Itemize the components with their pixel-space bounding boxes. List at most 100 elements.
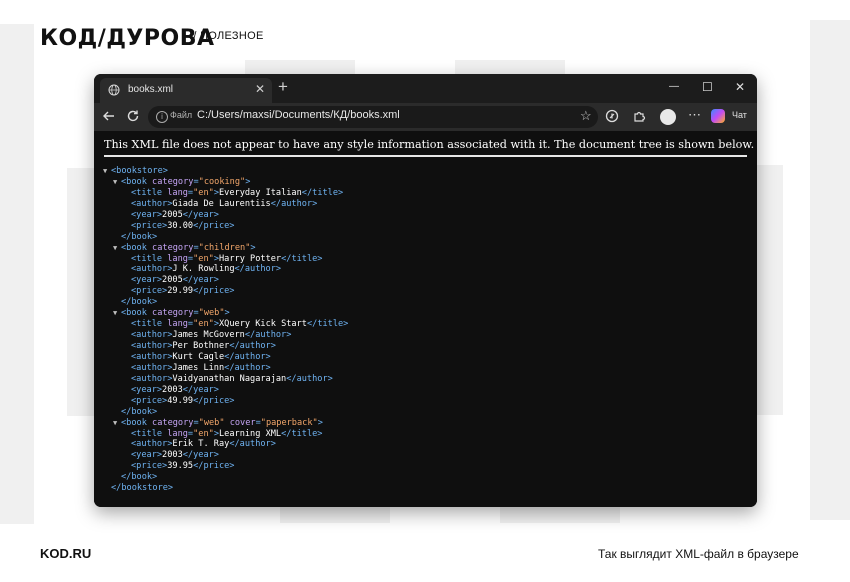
xml-line: ▼ <book category="cooking"> [103, 177, 348, 188]
xml-line: <year>2005</year> [103, 275, 348, 286]
xml-line: </book> [103, 407, 348, 418]
xml-line: ▼ <bookstore> [103, 166, 348, 177]
xml-text: 2003 [162, 384, 183, 395]
more-icon[interactable]: ⋯ [688, 107, 701, 123]
footer-site-name[interactable]: KOD.RU [40, 546, 91, 561]
xml-open-tag: <price> [131, 220, 168, 231]
xml-close-tag: </title> [301, 187, 344, 198]
extensions-icon[interactable] [605, 109, 619, 127]
xml-open-tag: <title [131, 428, 168, 439]
xml-open-tag: <year> [131, 384, 163, 395]
xml-close-tag: </price> [193, 286, 235, 297]
copilot-icon[interactable] [711, 109, 725, 123]
xml-open-tag-end: > [250, 242, 256, 253]
xml-close-tag: </title> [281, 253, 323, 264]
xml-text: 30.00 [167, 220, 194, 231]
xml-open-tag: <author> [131, 341, 173, 351]
xml-attr-name: category [152, 308, 194, 319]
xml-line: <price>30.00</price> [103, 221, 348, 232]
xml-text: 29.99 [167, 286, 194, 297]
tab-books-xml[interactable]: books.xml ✕ [100, 78, 272, 103]
xml-line: <author>Vaidyanathan Nagarajan</author> [103, 374, 348, 385]
bg-block [500, 507, 620, 523]
xml-open-tag: <year> [131, 209, 163, 220]
site-logo[interactable]: КОД/ДУРОВА [40, 28, 215, 50]
xml-attr-name: lang [167, 428, 188, 439]
xml-tree: ▼ <bookstore> ▼ <book category="cooking"> <t… [103, 166, 348, 494]
globe-icon [108, 83, 120, 101]
xml-text: 2003 [162, 450, 183, 461]
xml-text: Vaidyanathan Nagarajan [172, 373, 287, 384]
xml-attr-name: lang [167, 319, 188, 330]
xml-open-tag: <book [121, 242, 153, 253]
xml-open-tag-end: > [317, 417, 323, 428]
xml-open-tag: <price> [131, 461, 168, 472]
xml-text: Harry Potter [219, 253, 282, 264]
xml-attr-name: category [152, 417, 194, 428]
browser-window: books.xml ✕ + — ☐ ✕ i Файл C:/Users/maxs… [94, 74, 757, 507]
xml-open-tag: <book [121, 308, 153, 319]
bg-block [757, 165, 783, 415]
address-bar[interactable]: i Файл C:/Users/maxsi/Documents/КД/books… [148, 106, 598, 128]
xml-text: 39.95 [167, 461, 194, 472]
collapse-toggle-icon[interactable]: ▼ [113, 308, 121, 319]
xml-attr-value: "en" [193, 428, 214, 439]
xml-open-tag-end: > [245, 176, 251, 187]
back-icon[interactable] [102, 109, 116, 127]
xml-attr-value: "web" [198, 308, 225, 319]
xml-line: <year>2005</year> [103, 210, 348, 221]
xml-line: ▼ <book category="web" cover="paperback"> [103, 418, 348, 429]
xml-text: 2005 [162, 275, 183, 286]
xml-line: <title lang="en">XQuery Kick Start</titl… [103, 319, 348, 330]
address-scheme-label: Файл [170, 110, 193, 120]
xml-open-tag: <price> [131, 395, 168, 406]
xml-open-tag: <author> [131, 373, 173, 384]
xml-attr-name: lang [167, 187, 188, 198]
xml-line: ▼ <book category="children"> [103, 243, 348, 254]
star-icon[interactable]: ☆ [580, 108, 592, 124]
minimize-button[interactable]: — [669, 79, 679, 95]
xml-close-tag: </price> [193, 461, 235, 472]
xml-close-tag: </book> [121, 472, 158, 483]
puzzle-icon[interactable] [632, 109, 646, 127]
xml-text: Everyday Italian [219, 187, 302, 198]
xml-text: James McGovern [172, 330, 245, 341]
xml-close-tag: </author> [224, 351, 271, 362]
xml-line: <title lang="en">Harry Potter</title> [103, 254, 348, 265]
address-url[interactable]: C:/Users/maxsi/Documents/КД/books.xml [197, 109, 400, 121]
xml-close-tag: </author> [286, 373, 333, 384]
collapse-toggle-icon[interactable]: ▼ [113, 243, 121, 254]
info-icon[interactable]: i [156, 111, 168, 123]
xml-line: <author>Kurt Cagle</author> [103, 352, 348, 363]
xml-close-tag: </price> [193, 395, 235, 406]
xml-attr-name: category [152, 242, 194, 253]
xml-text: J K. Rowling [172, 264, 235, 275]
chat-button-label[interactable]: Чат [732, 110, 747, 120]
profile-icon[interactable] [660, 109, 676, 125]
xml-attr-name: category [152, 176, 194, 187]
xml-open-tag: <title [131, 253, 168, 264]
xml-line: <author>Per Bothner</author> [103, 341, 348, 352]
xml-text: Giada De Laurentiis [172, 198, 271, 209]
xml-line: <price>49.99</price> [103, 396, 348, 407]
xml-attr-value: "cooking" [198, 176, 246, 187]
xml-line: <author>Giada De Laurentiis</author> [103, 199, 348, 210]
xml-text: 49.99 [167, 395, 194, 406]
xml-close-tag: </year> [182, 275, 219, 286]
collapse-toggle-icon[interactable]: ▼ [113, 418, 121, 429]
refresh-icon[interactable] [126, 109, 140, 127]
page-content: This XML file does not appear to have an… [94, 131, 757, 507]
window-close-button[interactable]: ✕ [735, 79, 745, 95]
xml-attr-name: lang [167, 253, 188, 264]
xml-attr-value: "en" [193, 253, 214, 264]
collapse-toggle-icon[interactable]: ▼ [103, 166, 111, 177]
xml-open-tag: <year> [131, 275, 163, 286]
close-icon[interactable]: ✕ [255, 82, 265, 96]
notice-divider [104, 155, 747, 157]
xml-line: <author>James Linn</author> [103, 363, 348, 374]
xml-text: Kurt Cagle [172, 351, 225, 362]
new-tab-button[interactable]: + [278, 78, 288, 96]
collapse-toggle-icon[interactable]: ▼ [113, 177, 121, 188]
xml-text: 2005 [162, 209, 183, 220]
maximize-button[interactable]: ☐ [702, 79, 713, 95]
